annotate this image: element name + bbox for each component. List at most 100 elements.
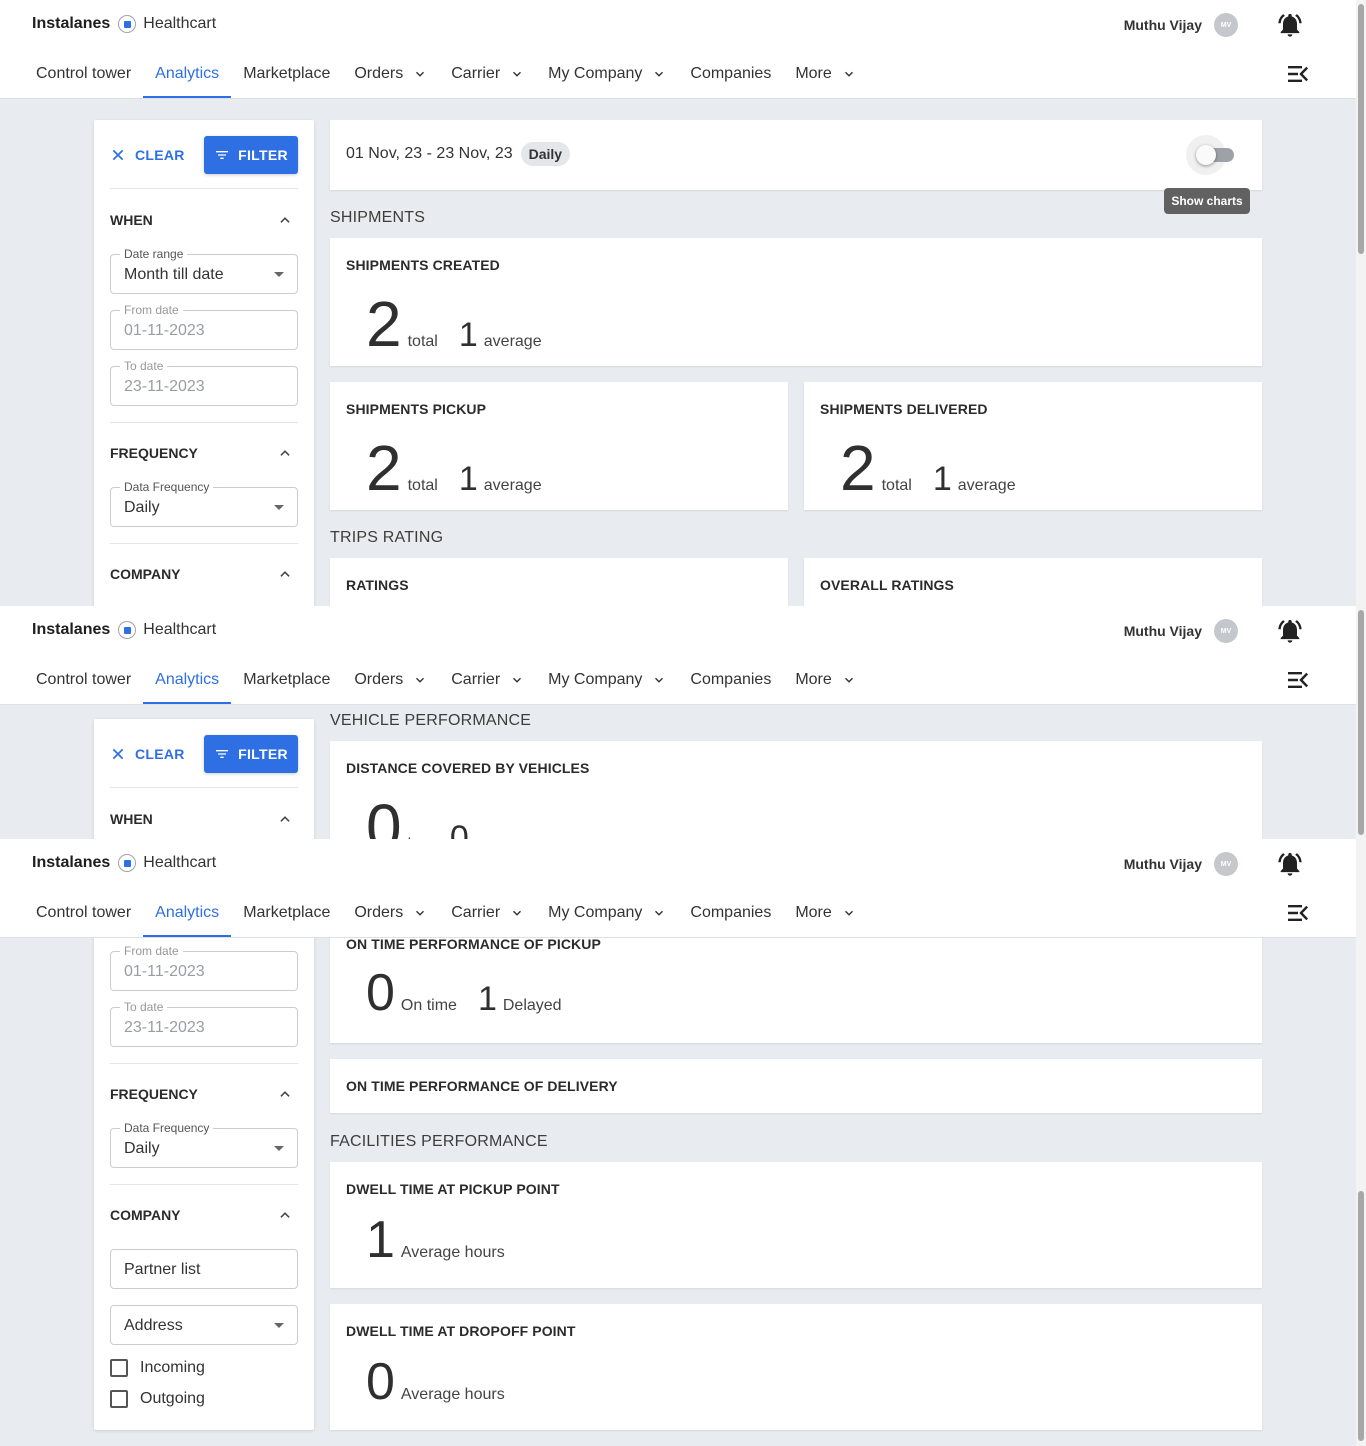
- outgoing-checkbox[interactable]: Outgoing: [110, 1390, 205, 1408]
- scrollbar-thumb[interactable]: [1358, 1191, 1364, 1441]
- brand-name: Instalanes: [32, 621, 111, 638]
- scrollbar-thumb[interactable]: [1358, 4, 1364, 254]
- field-placeholder: Partner list: [124, 1261, 201, 1278]
- incoming-checkbox[interactable]: Incoming: [110, 1359, 205, 1377]
- user-menu[interactable]: Muthu Vijay MV: [1124, 850, 1304, 878]
- filter-icon: [216, 151, 229, 159]
- nav-carrier[interactable]: Carrier: [439, 889, 536, 937]
- nav-more[interactable]: More: [783, 889, 867, 937]
- field-label: Data Frequency: [120, 480, 214, 494]
- nav-label: Marketplace: [243, 65, 331, 82]
- nav-orders[interactable]: Orders: [342, 889, 439, 937]
- section-frequency-header[interactable]: FREQUENCY: [110, 1082, 298, 1106]
- partner-list-input[interactable]: Partner list: [110, 1249, 298, 1289]
- nav-carrier[interactable]: Carrier: [439, 50, 536, 98]
- scrollbar[interactable]: [1356, 606, 1366, 839]
- nav-marketplace[interactable]: Marketplace: [231, 656, 342, 704]
- metric-total: 2: [840, 432, 876, 504]
- filter-button[interactable]: FILTER: [204, 136, 298, 174]
- show-charts-toggle[interactable]: [1186, 135, 1236, 175]
- checkbox-box: [110, 1359, 128, 1377]
- from-date-field: From date 01-11-2023: [110, 303, 298, 350]
- user-menu[interactable]: Muthu Vijay MV: [1124, 617, 1304, 645]
- screen-segment-middle: Instalanes Healthcart Muthu Vijay MV Con…: [0, 606, 1356, 839]
- card-title: DWELL TIME AT DROPOFF POINT: [346, 1323, 576, 1339]
- company-switch-icon: [118, 15, 137, 33]
- avatar[interactable]: MV: [1214, 852, 1238, 876]
- nav-companies[interactable]: Companies: [678, 889, 783, 937]
- section-company-header[interactable]: COMPANY: [110, 562, 298, 586]
- section-when-header[interactable]: WHEN: [110, 208, 298, 232]
- clear-button[interactable]: CLEAR: [110, 136, 185, 174]
- divider: [110, 422, 298, 423]
- menu-collapse-icon[interactable]: [1286, 63, 1310, 85]
- scrollbar[interactable]: [1356, 839, 1366, 1446]
- brand[interactable]: Instalanes Healthcart: [32, 853, 216, 873]
- card-overall-ratings: OVERALL RATINGS: [804, 558, 1262, 606]
- nav-carrier[interactable]: Carrier: [439, 656, 536, 704]
- nav-analytics[interactable]: Analytics: [143, 50, 232, 98]
- nav-control-tower[interactable]: Control tower: [24, 656, 143, 704]
- data-frequency-select[interactable]: Data Frequency Daily: [110, 480, 298, 527]
- menu-collapse-icon[interactable]: [1286, 902, 1310, 924]
- menu-collapse-icon[interactable]: [1286, 669, 1310, 691]
- nav-control-tower[interactable]: Control tower: [24, 50, 143, 98]
- divider: [110, 543, 298, 544]
- notification-bell-icon[interactable]: [1276, 617, 1304, 645]
- brand[interactable]: Instalanes Healthcart: [32, 620, 216, 640]
- chevron-down-icon: [655, 677, 664, 683]
- field-value: Daily: [124, 1140, 160, 1157]
- scrollbar[interactable]: [1356, 0, 1366, 606]
- card-shipments-created: SHIPMENTS CREATED 2 total 1 average: [330, 238, 1262, 366]
- user-name: Muthu Vijay: [1123, 17, 1202, 33]
- nav-more[interactable]: More: [783, 50, 867, 98]
- filter-button[interactable]: FILTER: [204, 735, 298, 773]
- data-frequency-select[interactable]: Data Frequency Daily: [110, 1121, 298, 1168]
- notification-bell-icon[interactable]: [1276, 11, 1304, 39]
- section-label: WHEN: [110, 811, 153, 827]
- nav-label: Analytics: [155, 904, 220, 921]
- section-frequency-header[interactable]: FREQUENCY: [110, 441, 298, 465]
- nav-my-company[interactable]: My Company: [536, 50, 678, 98]
- user-name: Muthu Vijay: [1123, 623, 1202, 639]
- company-name: Healthcart: [143, 854, 217, 871]
- nav-companies[interactable]: Companies: [678, 656, 783, 704]
- card-title: ON TIME PERFORMANCE OF PICKUP: [346, 936, 601, 952]
- date-range-select[interactable]: Date range Month till date: [110, 247, 298, 294]
- address-select[interactable]: Address: [110, 1305, 298, 1345]
- nav-label: Marketplace: [243, 671, 331, 688]
- notification-bell-icon[interactable]: [1276, 850, 1304, 878]
- brand[interactable]: Instalanes Healthcart: [32, 14, 216, 34]
- avatar[interactable]: MV: [1214, 13, 1238, 37]
- nav-more[interactable]: More: [783, 656, 867, 704]
- section-when-header[interactable]: WHEN: [110, 807, 298, 831]
- scrollbar-thumb[interactable]: [1358, 610, 1364, 835]
- clear-button[interactable]: CLEAR: [110, 735, 185, 773]
- nav-orders[interactable]: Orders: [342, 656, 439, 704]
- metric-total-unit: total: [407, 333, 438, 350]
- nav-companies[interactable]: Companies: [678, 50, 783, 98]
- nav-control-tower[interactable]: Control tower: [24, 889, 143, 937]
- nav-analytics[interactable]: Analytics: [143, 889, 232, 937]
- field-label: From date: [120, 303, 183, 317]
- card-dwell-pickup: DWELL TIME AT PICKUP POINT 1 Average hour…: [330, 1162, 1262, 1288]
- nav-analytics[interactable]: Analytics: [143, 656, 232, 704]
- metric-row: 2 total 1 average: [366, 292, 542, 356]
- nav-label: Orders: [354, 904, 404, 921]
- metric-average: 1: [932, 460, 952, 498]
- nav-marketplace[interactable]: Marketplace: [231, 50, 342, 98]
- nav-orders[interactable]: Orders: [342, 50, 439, 98]
- metric-row: 0 Average hours: [366, 1356, 505, 1408]
- chevron-up-icon: [280, 450, 290, 456]
- field-label: To date: [120, 359, 168, 373]
- summary-date-range: 01 Nov, 23 - 23 Nov, 23 Daily: [346, 142, 571, 166]
- nav-my-company[interactable]: My Company: [536, 889, 678, 937]
- metric-value: 0: [366, 1353, 395, 1411]
- nav-marketplace[interactable]: Marketplace: [231, 889, 342, 937]
- avatar[interactable]: MV: [1214, 619, 1238, 643]
- nav-my-company[interactable]: My Company: [536, 656, 678, 704]
- clear-label: CLEAR: [135, 746, 185, 762]
- user-menu[interactable]: Muthu Vijay MV: [1124, 11, 1304, 39]
- divider: [110, 1063, 298, 1064]
- section-company-header[interactable]: COMPANY: [110, 1203, 298, 1227]
